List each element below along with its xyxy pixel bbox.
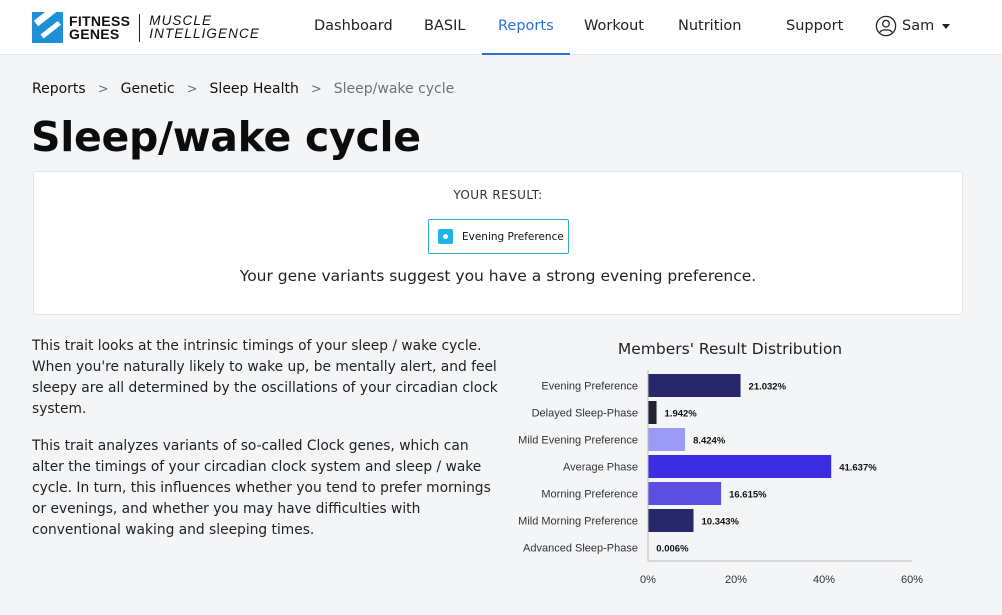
description-paragraph: This trait analyzes variants of so-calle… xyxy=(32,438,491,538)
value-label: 10.343% xyxy=(702,517,740,528)
category-label: Delayed Sleep-Phase xyxy=(532,408,638,420)
value-label: 1.942% xyxy=(665,409,698,420)
result-value: Evening Preference xyxy=(462,230,564,243)
breadcrumb: Reports > Genetic > Sleep Health > Sleep… xyxy=(32,81,454,97)
category-label: Evening Preference xyxy=(541,381,638,393)
result-description: Your gene variants suggest you have a st… xyxy=(239,267,757,285)
value-label: 41.637% xyxy=(839,463,877,474)
distribution-chart: Evening Preference 21.032% Delayed Sleep-P… xyxy=(518,370,923,586)
fitness-genes-wordmark: FITNESS GENES xyxy=(69,12,131,42)
value-label: 0.006% xyxy=(656,544,689,555)
bar xyxy=(648,482,722,505)
nav-dashboard[interactable]: Dashboard xyxy=(314,0,393,55)
result-card: YOUR RESULT: Evening Preference Your gen… xyxy=(33,171,963,315)
nav-support[interactable]: Support xyxy=(786,0,843,55)
user-circle-icon xyxy=(875,15,897,37)
result-label: YOUR RESULT: xyxy=(453,188,543,202)
category-label: Advanced Sleep-Phase xyxy=(523,543,638,555)
trait-description: This trait looks at the intrinsic timing… xyxy=(32,336,500,557)
breadcrumb-reports[interactable]: Reports xyxy=(32,81,86,97)
breadcrumb-genetic[interactable]: Genetic xyxy=(121,81,175,97)
tick-label: 60% xyxy=(901,574,923,586)
nav-nutrition[interactable]: Nutrition xyxy=(678,0,742,55)
tick-label: 0% xyxy=(640,574,656,586)
logo-divider xyxy=(139,13,141,42)
chart-title: Members' Result Distribution xyxy=(617,340,843,358)
tick-label: 20% xyxy=(725,574,747,586)
category-label: Average Phase xyxy=(563,462,638,474)
value-label: 16.615% xyxy=(729,490,767,501)
result-indicator-icon xyxy=(438,229,453,244)
muscle-intelligence-wordmark: MUSCLE INTELLIGENCE xyxy=(149,13,260,41)
value-label: 21.032% xyxy=(749,382,787,393)
tick-label: 40% xyxy=(813,574,835,586)
nav-workout[interactable]: Workout xyxy=(584,0,644,55)
user-menu[interactable]: Sam xyxy=(875,15,951,37)
bar xyxy=(648,509,694,532)
breadcrumb-separator: > xyxy=(310,81,322,97)
fitness-genes-logo-icon xyxy=(32,12,63,43)
category-label: Morning Preference xyxy=(541,489,638,501)
bar xyxy=(648,374,741,397)
brand-logo[interactable]: FITNESS GENES MUSCLE INTELLIGENCE xyxy=(32,12,260,43)
bar xyxy=(648,455,832,478)
result-badge: Evening Preference xyxy=(428,219,569,254)
bar xyxy=(648,401,657,424)
bar xyxy=(648,428,686,451)
category-label: Mild Morning Preference xyxy=(518,516,638,528)
nav-basil[interactable]: BASIL xyxy=(424,0,465,55)
top-navbar: FITNESS GENES MUSCLE INTELLIGENCE Dashbo… xyxy=(0,0,1002,55)
category-label: Mild Evening Preference xyxy=(518,435,638,447)
page-title: Sleep/wake cycle xyxy=(31,113,421,161)
user-name: Sam xyxy=(902,18,935,34)
nav-reports[interactable]: Reports xyxy=(482,0,570,55)
breadcrumb-sleep-health[interactable]: Sleep Health xyxy=(210,81,299,97)
breadcrumb-current: Sleep/wake cycle xyxy=(333,81,455,97)
value-label: 8.424% xyxy=(693,436,726,447)
description-paragraph: This trait looks at the intrinsic timing… xyxy=(32,338,498,417)
breadcrumb-separator: > xyxy=(186,81,198,97)
chevron-down-icon xyxy=(942,23,951,29)
breadcrumb-separator: > xyxy=(97,81,109,97)
